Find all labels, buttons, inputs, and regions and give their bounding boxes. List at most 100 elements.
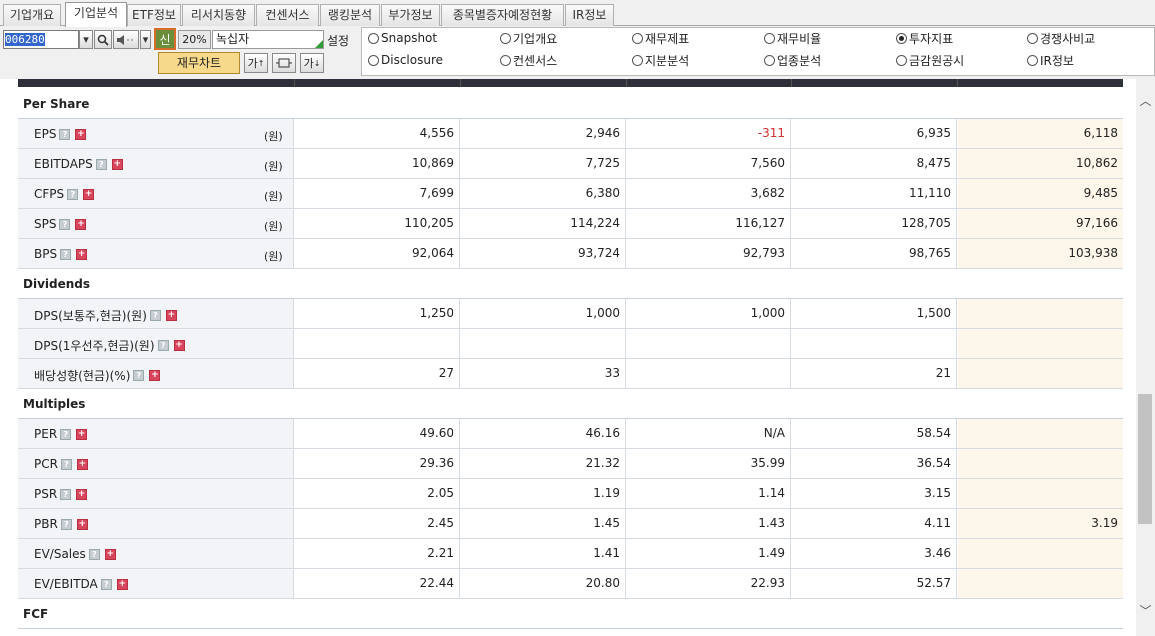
value-cell [958,419,1123,448]
row-label: 배당성향(현금)(%)? + [34,367,161,384]
question-icon[interactable]: ? [60,428,72,440]
question-icon[interactable]: ? [60,248,72,260]
radio-option-3[interactable]: 재무비율 [764,28,821,48]
plus-icon[interactable]: + [116,578,128,590]
question-icon[interactable]: ? [100,578,112,590]
radio-option-8[interactable]: 지분분석 [632,50,689,70]
value-cell: 128,705 [792,209,957,238]
plus-icon[interactable]: + [76,488,88,500]
question-icon[interactable]: ? [133,370,145,381]
value-cell: 22.93 [627,569,791,598]
speaker-button[interactable] [113,30,139,49]
stock-name-text: 녹십자 [216,32,250,46]
tab-0[interactable]: 기업개요 [3,4,61,26]
value-cell: 97,166 [958,209,1123,238]
value-cell: 7,725 [461,149,626,178]
radio-option-5[interactable]: 경쟁사비교 [1027,28,1095,48]
row-label-cell: SPS? + (원) [18,209,294,238]
font-increase-button[interactable]: 가 ↑ [244,53,268,73]
value-cell: 8,475 [792,149,957,178]
vertical-scrollbar[interactable]: ︿ ﹀ [1136,79,1155,636]
question-icon[interactable]: ? [59,218,71,230]
question-icon[interactable]: ? [59,128,71,140]
radio-option-0[interactable]: Snapshot [368,28,437,48]
radio-unchecked-icon [368,32,379,44]
radio-option-4[interactable]: 투자지표 [896,28,953,48]
question-icon[interactable]: ? [88,548,100,560]
table-row: SPS? + (원) 110,205 114,224 116,127 128,705 97,1… [18,209,1123,239]
scrollbar-thumb[interactable] [1138,394,1152,524]
financial-chart-button[interactable]: 재무차트 [158,52,240,74]
value-cell: 114,224 [461,209,626,238]
value-cell: 1.19 [461,479,626,508]
speaker-dropdown-button[interactable]: ▾ [140,30,151,49]
row-label: EV/EBITDA? + [34,577,128,591]
stock-name-field[interactable]: 녹십자 [212,30,324,49]
plus-icon[interactable]: + [83,188,95,200]
radio-option-11[interactable]: IR정보 [1027,50,1074,70]
row-label-cell: DPS(1우선주,현금)(원)? + [18,329,294,358]
new-button[interactable]: 신 [154,28,176,50]
radio-label: 지분분석 [645,53,690,68]
question-icon[interactable]: ? [60,518,72,530]
row-name: CFPS [34,187,65,201]
plus-icon[interactable]: + [76,428,88,440]
table-row: PSR? +2.05 1.19 1.14 3.15 [18,479,1123,509]
question-icon[interactable]: ? [157,340,169,351]
tab-7[interactable]: 종목별증자예정현황 [441,4,564,26]
row-name: DPS(1우선주,현금)(원) [34,339,155,353]
row-label: PBR? + [34,517,88,531]
question-icon[interactable]: ? [67,188,79,200]
font-decrease-button[interactable]: 가 ↓ [300,53,324,73]
plus-icon[interactable]: + [76,458,88,470]
radio-unchecked-icon [368,54,379,66]
radio-option-2[interactable]: 재무제표 [632,28,689,48]
plus-icon[interactable]: + [76,248,88,260]
plus-icon[interactable]: + [149,370,161,381]
arrow-down-icon: ↓ [313,58,321,68]
question-icon[interactable]: ? [60,458,72,470]
plus-icon[interactable]: + [75,128,87,140]
settings-link[interactable]: 설정 [327,32,349,49]
tab-6[interactable]: 부가정보 [381,4,440,26]
row-label: BPS? + [34,247,88,261]
plus-icon[interactable]: + [76,518,88,530]
fit-width-button[interactable] [272,53,296,73]
percent-field[interactable]: 20% [178,30,211,49]
plus-icon[interactable]: + [173,340,185,351]
radio-option-7[interactable]: 컨센서스 [500,50,557,70]
row-unit: (원) [264,190,283,203]
report-type-radio-group: Snapshot 기업개요 재무제표 재무비율 투자지표 경쟁사비교 Disclosure 컨… [361,27,1155,76]
plus-icon[interactable]: + [75,218,87,230]
section-header: FCF [18,599,1123,629]
tab-3[interactable]: 리서치동향 [182,4,255,26]
value-cell: 2.21 [295,539,460,568]
row-name: EV/EBITDA [34,577,98,591]
row-label-cell: EPS? + (원) [18,119,294,148]
tab-2[interactable]: ETF정보 [127,4,181,26]
stock-code-input[interactable]: 006280 [3,30,79,49]
radio-unchecked-icon [1027,32,1038,44]
plus-icon[interactable]: + [165,310,177,321]
plus-icon[interactable]: + [104,548,116,560]
tab-4[interactable]: 컨센서스 [256,4,319,26]
tab-5[interactable]: 랭킹분석 [320,4,380,26]
scroll-up-arrow-icon[interactable]: ︿ [1136,93,1155,110]
value-cell: 2,946 [461,119,626,148]
radio-option-9[interactable]: 업종분석 [764,50,821,70]
plus-icon[interactable]: + [111,158,123,170]
tab-1[interactable]: 기업분석 [65,2,127,27]
row-name: 배당성향(현금)(%) [34,369,131,383]
row-label: SPS? + [34,217,87,231]
radio-option-6[interactable]: Disclosure [368,50,443,70]
code-dropdown-button[interactable]: ▾ [79,30,93,49]
question-icon[interactable]: ? [60,488,72,500]
scroll-down-arrow-icon[interactable]: ﹀ [1136,603,1155,620]
radio-option-10[interactable]: 금감원공시 [896,50,964,70]
question-icon[interactable]: ? [95,158,107,170]
radio-option-1[interactable]: 기업개요 [500,28,557,48]
tab-8[interactable]: IR정보 [565,4,614,26]
question-icon[interactable]: ? [149,310,161,321]
search-button[interactable] [94,30,112,49]
search-icon [97,34,109,46]
